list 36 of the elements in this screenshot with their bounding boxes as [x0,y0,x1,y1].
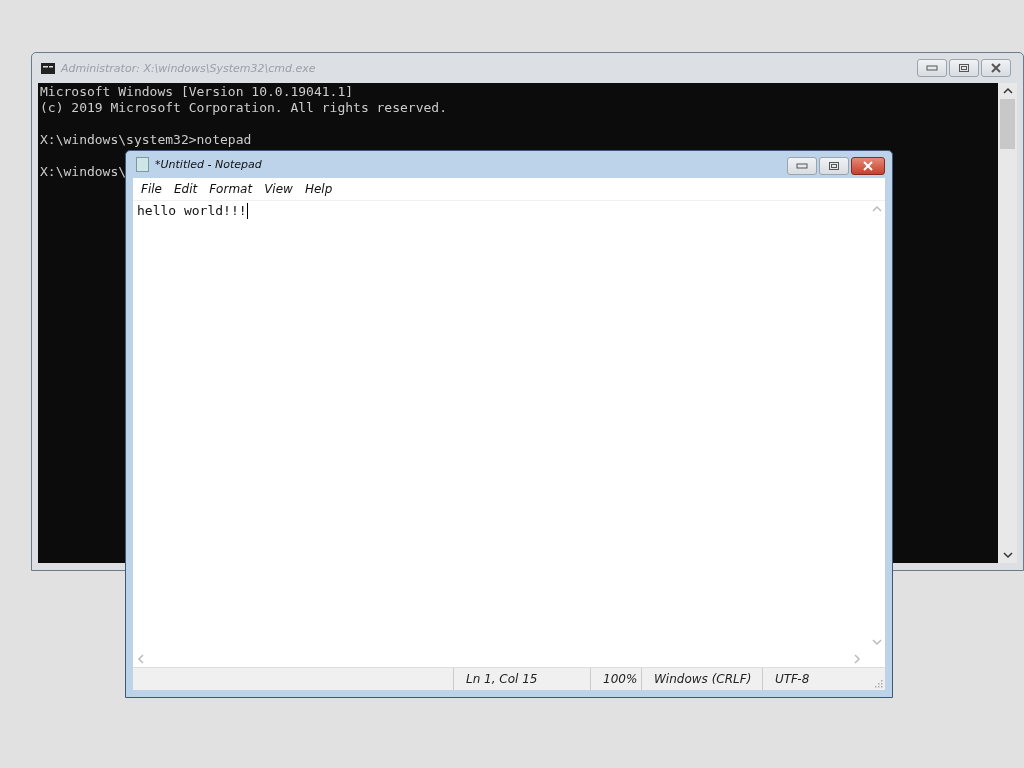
scroll-down-icon[interactable] [1002,551,1013,559]
console-line: X:\windows\system32>notepad [40,132,252,147]
minimize-icon [796,163,808,169]
close-icon [862,161,874,171]
restore-icon [958,63,970,73]
console-line: Microsoft Windows [Version 10.0.19041.1] [40,84,354,99]
resize-grip-icon[interactable] [873,678,883,688]
notepad-icon [136,157,149,172]
close-button[interactable] [981,59,1011,77]
text-area[interactable]: hello world!!! [133,201,868,650]
scroll-left-icon[interactable] [137,653,145,664]
console-icon [41,62,55,74]
menu-item[interactable]: Format [205,182,257,196]
restore-icon [828,161,840,171]
console-line: (c) 2019 Microsoft Corporation. All rights reserved. [40,100,447,115]
scroll-right-icon[interactable] [853,653,861,664]
status-text: Windows (CRLF) [642,668,763,690]
menu-item[interactable]: Help [300,182,337,196]
window-title: Administrator: X:\windows\System32\cmd.exe [61,61,316,75]
maximize-button[interactable] [949,59,979,77]
menu-item[interactable]: File [137,182,166,196]
close-button[interactable] [851,157,885,175]
scroll-thumb[interactable] [1000,99,1015,149]
minimize-icon [926,65,938,71]
status-text: Ln 1, Col 15 [454,668,591,690]
scroll-up-icon[interactable] [1002,87,1013,95]
close-icon [990,63,1002,73]
menu-item[interactable]: Edit [169,182,202,196]
window-title: *Untitled - Notepad [155,158,262,171]
status-text: UTF-8 [774,671,811,688]
console-line: X:\windows\ [40,164,127,179]
maximize-button[interactable] [819,157,849,175]
menu-item[interactable]: View [260,182,297,196]
status-text: 100% [591,668,642,690]
vertical-scrollbar[interactable] [998,83,1017,563]
document-text: hello world!!! [137,203,247,218]
